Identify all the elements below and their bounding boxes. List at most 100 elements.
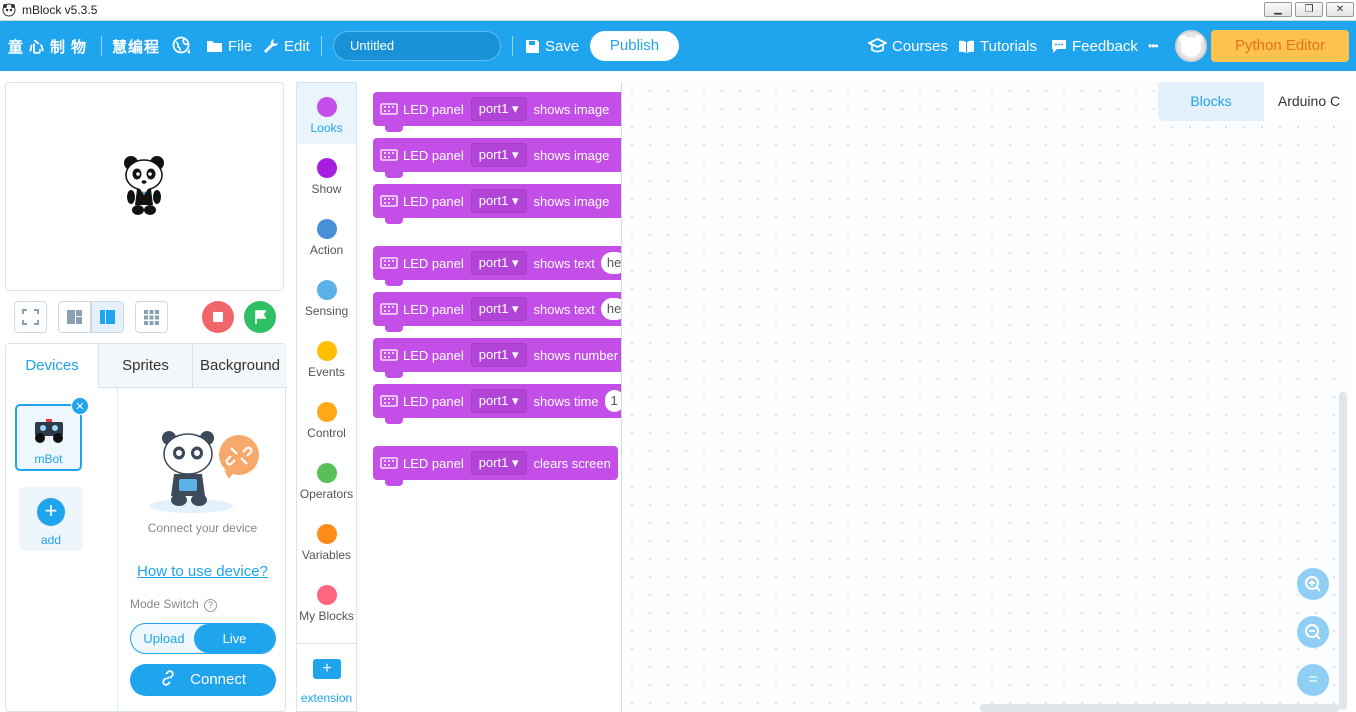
language-button[interactable] [172, 21, 192, 71]
block-action: shows image [533, 101, 610, 117]
green-flag-button[interactable] [244, 301, 276, 333]
brand-logo: 童心制物 [8, 38, 93, 56]
python-editor-button[interactable]: Python Editor [1211, 30, 1349, 62]
extension-button[interactable]: + extension [297, 643, 356, 712]
block-led-shows-time[interactable]: LED panel port1 ▾ shows time 1 [373, 384, 621, 424]
brand-divider [101, 36, 102, 56]
fullscreen-button[interactable] [14, 301, 47, 333]
grid-icon [144, 310, 159, 325]
led-panel-icon [380, 457, 398, 469]
mode-live-option[interactable]: Live [194, 624, 275, 653]
zoom-out-button[interactable] [1297, 616, 1329, 648]
device-list: mBot ✕ + add [6, 388, 118, 712]
block-prefix: LED panel [403, 455, 464, 471]
block-action: shows number [533, 347, 619, 363]
courses-button[interactable]: Courses [868, 21, 948, 71]
more-menu-button[interactable]: ••• [1148, 21, 1159, 71]
block-led-shows-text[interactable]: LED panel port1 ▾ shows text he [373, 292, 621, 332]
category-sensing[interactable]: Sensing [297, 266, 356, 327]
panda-sprite[interactable] [121, 155, 167, 217]
help-icon[interactable]: ? [204, 599, 218, 612]
device-name: mBot [34, 452, 63, 466]
globe-icon [172, 36, 190, 54]
book-icon [959, 40, 974, 53]
zoom-reset-button[interactable]: = [1297, 664, 1329, 696]
text-input-pill[interactable]: he [600, 252, 621, 274]
normal-stage-button[interactable] [91, 301, 124, 333]
tab-arduino-c[interactable]: Arduino C [1264, 82, 1354, 121]
category-control[interactable]: Control [297, 388, 356, 449]
port-dropdown[interactable]: port1 ▾ [470, 343, 527, 367]
vertical-scrollbar[interactable] [1339, 392, 1347, 710]
category-variables[interactable]: Variables [297, 510, 356, 571]
tab-blocks[interactable]: Blocks [1158, 82, 1264, 121]
grid-view-button[interactable] [135, 301, 168, 333]
tab-background[interactable]: Background [193, 344, 287, 388]
zoom-in-button[interactable] [1297, 568, 1329, 600]
close-button[interactable]: ✕ [1326, 2, 1354, 17]
mode-switch-toggle[interactable]: Upload Live [130, 623, 276, 654]
block-led-shows-text[interactable]: LED panel port1 ▾ shows text he [373, 246, 621, 286]
add-extension-icon: + [313, 659, 341, 679]
how-to-use-device-link[interactable]: How to use device? [119, 563, 286, 580]
time-input-pill[interactable]: 1 [604, 390, 621, 412]
stage-canvas[interactable] [5, 82, 284, 291]
port-dropdown[interactable]: port1 ▾ [470, 451, 527, 475]
mode-upload-option[interactable]: Upload [131, 624, 197, 653]
horizontal-scrollbar[interactable] [980, 704, 1340, 712]
led-panel-icon [380, 257, 398, 269]
block-led-shows-image[interactable]: LED panel port1 ▾ shows image [373, 184, 621, 224]
category-my-blocks[interactable]: My Blocks [297, 571, 356, 632]
category-looks[interactable]: Looks [297, 83, 356, 144]
stop-button[interactable] [202, 301, 234, 333]
user-avatar[interactable] [1175, 30, 1207, 62]
block-led-shows-number[interactable]: LED panel port1 ▾ shows number [373, 338, 621, 378]
category-show[interactable]: Show [297, 144, 356, 205]
save-button[interactable]: Save [525, 21, 579, 71]
block-prefix: LED panel [403, 255, 464, 271]
remove-device-close-icon[interactable]: ✕ [71, 397, 89, 415]
feedback-button[interactable]: Feedback [1051, 21, 1138, 71]
panda-app-icon [2, 3, 16, 17]
block-action: shows image [533, 147, 610, 163]
category-events[interactable]: Events [297, 327, 356, 388]
restore-button[interactable]: ❐ [1295, 2, 1323, 17]
port-dropdown[interactable]: port1 ▾ [470, 251, 527, 275]
category-label: Show [311, 182, 342, 196]
tutorials-button[interactable]: Tutorials [958, 21, 1037, 71]
minimize-button[interactable]: ▁ [1264, 2, 1292, 17]
window-controls: ▁ ❐ ✕ [1264, 2, 1354, 17]
tab-devices[interactable]: Devices [6, 344, 99, 389]
small-stage-button[interactable] [58, 301, 91, 333]
port-dropdown[interactable]: port1 ▾ [470, 297, 527, 321]
port-dropdown[interactable]: port1 ▾ [470, 389, 527, 413]
connect-button[interactable]: Connect [130, 664, 276, 696]
category-label: Operators [299, 487, 354, 501]
blocks-palette: LED panel port1 ▾ shows image LED panel … [358, 82, 622, 712]
top-toolbar: 童心制物 慧编程 File Edit Untitled Save Publish [0, 21, 1356, 71]
code-view-tabs: Blocks Arduino C [1158, 82, 1354, 121]
zoom-in-icon [1305, 576, 1321, 592]
script-workspace[interactable]: Blocks Arduino C = [623, 82, 1354, 712]
port-dropdown[interactable]: port1 ▾ [470, 143, 527, 167]
tab-sprites[interactable]: Sprites [99, 344, 193, 388]
block-led-clears-screen[interactable]: LED panel port1 ▾ clears screen [373, 446, 618, 486]
device-card-mbot[interactable]: mBot ✕ [15, 397, 89, 471]
edit-menu[interactable]: Edit [263, 21, 310, 71]
category-label: Variables [301, 548, 352, 562]
block-led-shows-image[interactable]: LED panel port1 ▾ shows image [373, 92, 621, 132]
port-dropdown[interactable]: port1 ▾ [470, 189, 527, 213]
category-action[interactable]: Action [297, 205, 356, 266]
category-operators[interactable]: Operators [297, 449, 356, 510]
text-input-pill[interactable]: he [600, 298, 621, 320]
block-prefix: LED panel [403, 101, 464, 117]
tutorials-label: Tutorials [980, 37, 1037, 55]
block-led-shows-image[interactable]: LED panel port1 ▾ shows image [373, 138, 621, 178]
file-menu[interactable]: File [206, 21, 252, 71]
publish-button[interactable]: Publish [590, 31, 679, 61]
project-name-input[interactable]: Untitled [333, 31, 501, 61]
led-panel-icon [380, 303, 398, 315]
add-device-button[interactable]: + add [19, 487, 83, 551]
feedback-label: Feedback [1072, 37, 1138, 55]
port-dropdown[interactable]: port1 ▾ [470, 97, 527, 121]
